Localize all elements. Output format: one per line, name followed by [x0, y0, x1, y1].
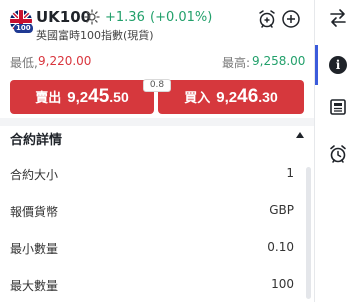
sidebar-item-alarm[interactable] [315, 136, 360, 176]
right-sidebar: i [314, 0, 360, 302]
instrument-panel: 100 UK100 +1.36 (+0.01%) 英國富時100指數(現貨) 最… [0, 0, 314, 302]
sun-icon [84, 9, 100, 25]
detail-value: 100 [271, 277, 294, 291]
detail-label: 合約大小 [10, 168, 59, 182]
alarm-add-icon[interactable] [257, 9, 277, 29]
sidebar-item-swap[interactable] [315, 0, 360, 40]
price-change: +1.36 [105, 10, 145, 25]
price-change-percent: (+0.01%) [150, 10, 213, 25]
contract-details-title: 合約詳情 [10, 133, 63, 148]
sell-price-major: 9,2 [67, 89, 89, 106]
high-value: 9,258.00 [252, 54, 306, 68]
swap-icon [328, 8, 348, 32]
detail-row: 報價貨幣 GBP [10, 203, 294, 223]
buy-price-pips: 46 [237, 86, 259, 107]
buy-button[interactable]: 買入 9,2 46 .30 [158, 80, 304, 114]
buy-price-major: 9,2 [216, 89, 238, 106]
buy-price-minor: .30 [258, 89, 278, 105]
collapse-icon[interactable] [296, 132, 304, 138]
detail-value: 0.10 [267, 240, 294, 254]
detail-row: 合約大小 1 [10, 166, 294, 186]
symbol-name: UK100 [36, 8, 92, 26]
detail-label: 報價貨幣 [10, 205, 59, 219]
sell-price-pips: 45 [88, 86, 110, 107]
sell-button[interactable]: 賣出 9,2 45 .50 [10, 80, 154, 114]
scrollbar[interactable] [306, 167, 311, 299]
sell-price-minor: .50 [109, 89, 129, 105]
section-divider [0, 118, 314, 126]
info-icon: i [329, 56, 347, 74]
low-label: 最低, [10, 56, 38, 70]
add-icon[interactable] [281, 9, 301, 29]
sidebar-item-info[interactable]: i [315, 45, 360, 85]
detail-row: 最大數量 100 [10, 277, 294, 297]
sell-label: 賣出 [35, 90, 62, 105]
alarm-icon [328, 144, 348, 168]
detail-value: GBP [269, 203, 294, 217]
index-badge: 100 [14, 24, 33, 33]
news-icon [328, 97, 348, 121]
low-value: 9,220.00 [38, 54, 92, 68]
buy-label: 買入 [184, 90, 211, 105]
sidebar-item-news[interactable] [315, 89, 360, 129]
high-label: 最高: [222, 56, 251, 70]
detail-label: 最大數量 [10, 279, 59, 293]
detail-label: 最小數量 [10, 242, 59, 256]
spread-badge: 0.8 [143, 79, 171, 92]
detail-row: 最小數量 0.10 [10, 240, 294, 260]
detail-value: 1 [286, 166, 294, 180]
instrument-description: 英國富時100指數(現貨) [36, 29, 154, 42]
